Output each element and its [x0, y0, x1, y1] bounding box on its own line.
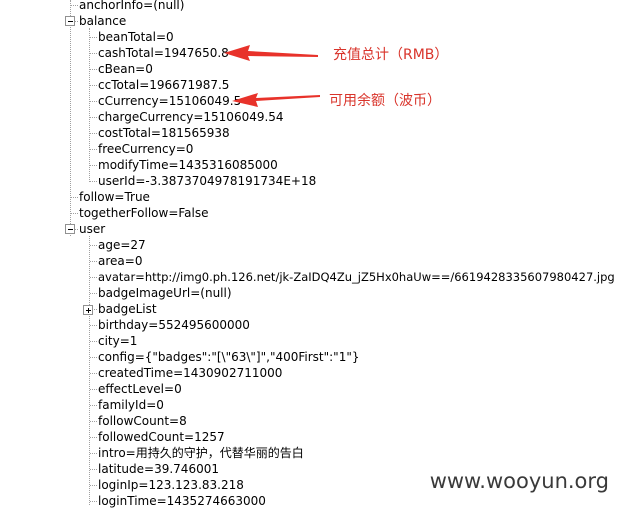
- tree-node-togetherfollow[interactable]: togetherFollow=False: [79, 205, 209, 221]
- tree-node-anchorinfo[interactable]: anchorInfo=(null): [79, 0, 184, 13]
- annotation-arrows: [224, 45, 320, 107]
- user-item[interactable]: loginTime=1435274663000: [98, 493, 266, 509]
- tree-connector: [90, 277, 97, 278]
- tree-connector: [90, 293, 97, 294]
- user-item[interactable]: loginIp=123.123.83.218: [98, 477, 244, 493]
- tree-connector: [71, 197, 78, 198]
- expand-toggle-badgelist[interactable]: [83, 305, 93, 315]
- tree-connector: [90, 245, 97, 246]
- tree-connector: [90, 181, 97, 182]
- collapse-toggle-user[interactable]: [65, 224, 75, 234]
- tree-connector: [90, 341, 97, 342]
- tree-connector: [90, 69, 97, 70]
- tree-connector: [90, 485, 97, 486]
- tree-connector: [90, 85, 97, 86]
- tree-connector: [90, 405, 97, 406]
- arrow-currency: [232, 93, 320, 107]
- balance-item[interactable]: ccTotal=196671987.5: [98, 77, 229, 93]
- user-item[interactable]: followedCount=1257: [98, 429, 225, 445]
- tree-connector: [90, 101, 97, 102]
- user-item[interactable]: age=27: [98, 237, 146, 253]
- tree-connector: [75, 21, 78, 22]
- user-item[interactable]: effectLevel=0: [98, 381, 182, 397]
- balance-item[interactable]: freeCurrency=0: [98, 141, 193, 157]
- tree-connector: [94, 309, 97, 310]
- balance-item[interactable]: cCurrency=15106049.5: [98, 93, 241, 109]
- watermark: www.wooyun.org: [429, 469, 609, 493]
- balance-item[interactable]: userId=-3.3873704978191734E+18: [98, 173, 316, 189]
- balance-item[interactable]: cashTotal=1947650.8: [98, 45, 229, 61]
- tree-node-follow[interactable]: follow=True: [79, 189, 150, 205]
- tree-guide-root: [70, 0, 71, 236]
- tree-connector: [90, 437, 97, 438]
- user-item[interactable]: createdTime=1430902711000: [98, 365, 282, 381]
- balance-item[interactable]: modifyTime=1435316085000: [98, 157, 278, 173]
- tree-connector: [90, 261, 97, 262]
- tree-connector: [90, 149, 97, 150]
- tree-connector: [90, 53, 97, 54]
- user-item[interactable]: config={"badges":"[\"63\"]","400First":"…: [98, 349, 360, 365]
- balance-item[interactable]: beanTotal=0: [98, 29, 174, 45]
- tree-connector: [90, 325, 97, 326]
- tree-connector: [71, 213, 78, 214]
- user-item[interactable]: intro=用持久的守护，代替华丽的告白: [98, 445, 304, 461]
- tree-connector: [71, 5, 78, 6]
- tree-connector: [90, 357, 97, 358]
- user-item[interactable]: followCount=8: [98, 413, 187, 429]
- annotation-cash-total-label: 充值总计（RMB）: [333, 47, 449, 63]
- collapse-toggle-balance[interactable]: [65, 16, 75, 26]
- tree-node-balance[interactable]: balance: [79, 13, 126, 29]
- tree-connector: [90, 37, 97, 38]
- tree-connector: [90, 389, 97, 390]
- tree-connector: [90, 469, 97, 470]
- tree-connector: [90, 453, 97, 454]
- user-item[interactable]: area=0: [98, 253, 142, 269]
- balance-item[interactable]: cBean=0: [98, 61, 153, 77]
- balance-item[interactable]: costTotal=181565938: [98, 125, 230, 141]
- user-item[interactable]: familyId=0: [98, 397, 164, 413]
- tree-connector: [90, 421, 97, 422]
- tree-guide-balance: [89, 28, 90, 182]
- balance-item[interactable]: chargeCurrency=15106049.54: [98, 109, 284, 125]
- user-item[interactable]: badgeImageUrl=(null): [98, 285, 232, 301]
- user-item[interactable]: birthday=552495600000: [98, 317, 250, 333]
- tree-connector: [75, 229, 78, 230]
- tree-connector: [90, 373, 97, 374]
- tree-connector: [90, 165, 97, 166]
- user-item[interactable]: avatar=http://img0.ph.126.net/jk-ZaIDQ4Z…: [98, 269, 615, 285]
- annotation-currency-label: 可用余额（波币）: [329, 93, 441, 109]
- tree-connector: [90, 117, 97, 118]
- user-item[interactable]: city=1: [98, 333, 137, 349]
- tree-node-user[interactable]: user: [79, 221, 105, 237]
- user-item-badgelist[interactable]: badgeList: [98, 301, 157, 317]
- tree-connector: [90, 501, 97, 502]
- arrow-cash-total: [224, 45, 318, 61]
- user-item[interactable]: latitude=39.746001: [98, 461, 219, 477]
- tree-connector: [90, 133, 97, 134]
